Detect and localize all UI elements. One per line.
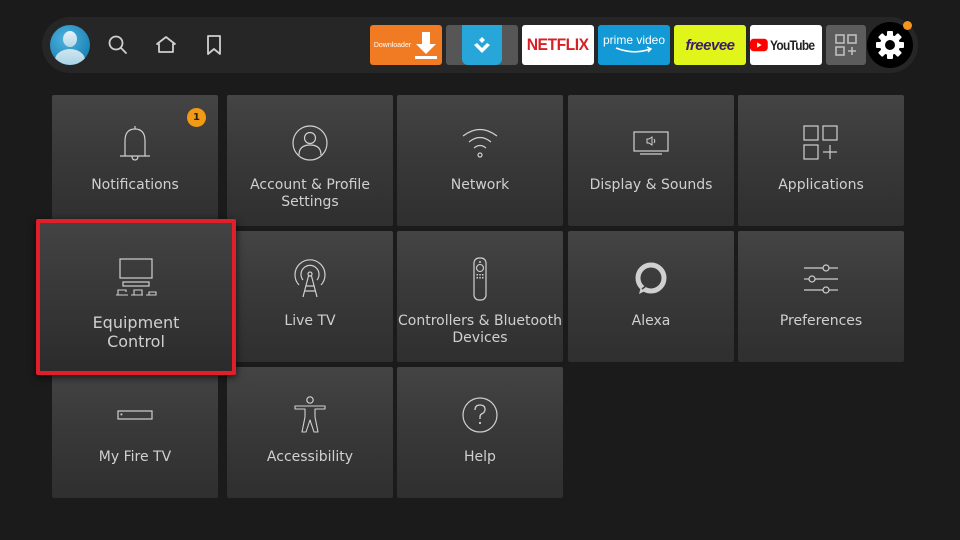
fire-tv-stick-icon xyxy=(117,410,153,420)
antenna-icon xyxy=(294,259,326,298)
netflix-logo: NETFLIX xyxy=(527,35,589,54)
appstore-bag-icon xyxy=(462,25,502,65)
freevee-logo: freevee xyxy=(685,36,735,54)
tile-label: Controllers & Bluetooth Devices xyxy=(398,313,562,346)
settings-notification-dot xyxy=(903,21,912,30)
tile-label: Accessibility xyxy=(266,449,354,465)
app-freevee[interactable]: freevee xyxy=(674,25,746,65)
tile-label: Network xyxy=(450,177,510,193)
app-downloader[interactable]: Downloader xyxy=(370,25,442,65)
apps-grid-icon xyxy=(835,34,857,56)
bell-icon xyxy=(120,126,150,161)
tile-label: Display & Sounds xyxy=(589,177,713,193)
home-icon xyxy=(156,36,176,53)
app-youtube[interactable]: YouTube xyxy=(750,25,822,65)
youtube-logo: YouTube xyxy=(769,37,815,53)
avatar-head xyxy=(63,31,77,47)
equipment-icon xyxy=(116,258,157,296)
home-button[interactable] xyxy=(154,33,178,57)
accessibility-icon xyxy=(294,396,326,433)
remote-icon xyxy=(473,257,487,301)
search-icon xyxy=(108,35,127,54)
tile-label: Preferences xyxy=(779,313,863,329)
help-icon xyxy=(462,397,498,433)
tv-speaker-icon xyxy=(633,131,669,155)
youtube-play-icon xyxy=(750,38,768,52)
tile-label: My Fire TV xyxy=(98,449,172,465)
appstore-logo-icon xyxy=(474,37,490,53)
prime-smile-icon xyxy=(615,45,653,53)
user-circle-icon xyxy=(292,125,328,161)
tile-display-sounds[interactable]: Display & Sounds xyxy=(568,95,734,226)
tile-label: Equipment Control xyxy=(92,313,180,351)
app-netflix[interactable]: NETFLIX xyxy=(522,25,594,65)
tile-label: Live TV xyxy=(284,313,336,329)
tile-account-profile-settings[interactable]: Account & Profile Settings xyxy=(227,95,393,226)
search-button[interactable] xyxy=(106,33,130,57)
tile-alexa[interactable]: Alexa xyxy=(568,231,734,362)
tile-controllers-bluetooth-devices[interactable]: Controllers & Bluetooth Devices xyxy=(397,231,563,362)
wifi-icon xyxy=(462,128,498,158)
app-prime-video[interactable]: prime video xyxy=(598,25,670,65)
gear-icon xyxy=(876,31,904,59)
tile-preferences[interactable]: Preferences xyxy=(738,231,904,362)
tile-network[interactable]: Network xyxy=(397,95,563,226)
app-label: Downloader xyxy=(373,41,412,49)
download-arrow-icon xyxy=(415,32,438,59)
sliders-icon xyxy=(804,264,838,294)
tile-applications[interactable]: Applications xyxy=(738,95,904,226)
tile-live-tv[interactable]: Live TV xyxy=(227,231,393,362)
avatar-shoulders xyxy=(55,49,85,65)
tile-label: Help xyxy=(464,449,496,465)
notification-count-badge: 1 xyxy=(187,108,206,127)
tile-my-fire-tv[interactable]: My Fire TV xyxy=(52,367,218,498)
tile-label: Notifications xyxy=(91,177,179,193)
tile-notifications[interactable]: 1 Notifications xyxy=(52,95,218,226)
bookmark-icon xyxy=(207,35,221,55)
tile-equipment-control[interactable]: Equipment Control xyxy=(36,219,236,375)
apps-grid-icon xyxy=(803,125,838,160)
tile-accessibility[interactable]: Accessibility xyxy=(227,367,393,498)
alexa-icon xyxy=(635,262,667,294)
tile-label: Alexa xyxy=(631,313,671,329)
prime-video-logo: prime video xyxy=(602,32,666,47)
tile-help[interactable]: Help xyxy=(397,367,563,498)
app-appstore[interactable] xyxy=(446,25,518,65)
tile-label: Account & Profile Settings xyxy=(250,177,370,210)
watchlist-button[interactable] xyxy=(202,33,226,57)
profile-avatar[interactable] xyxy=(50,25,90,65)
all-apps-button[interactable] xyxy=(826,25,866,65)
tile-label: Applications xyxy=(778,177,864,193)
